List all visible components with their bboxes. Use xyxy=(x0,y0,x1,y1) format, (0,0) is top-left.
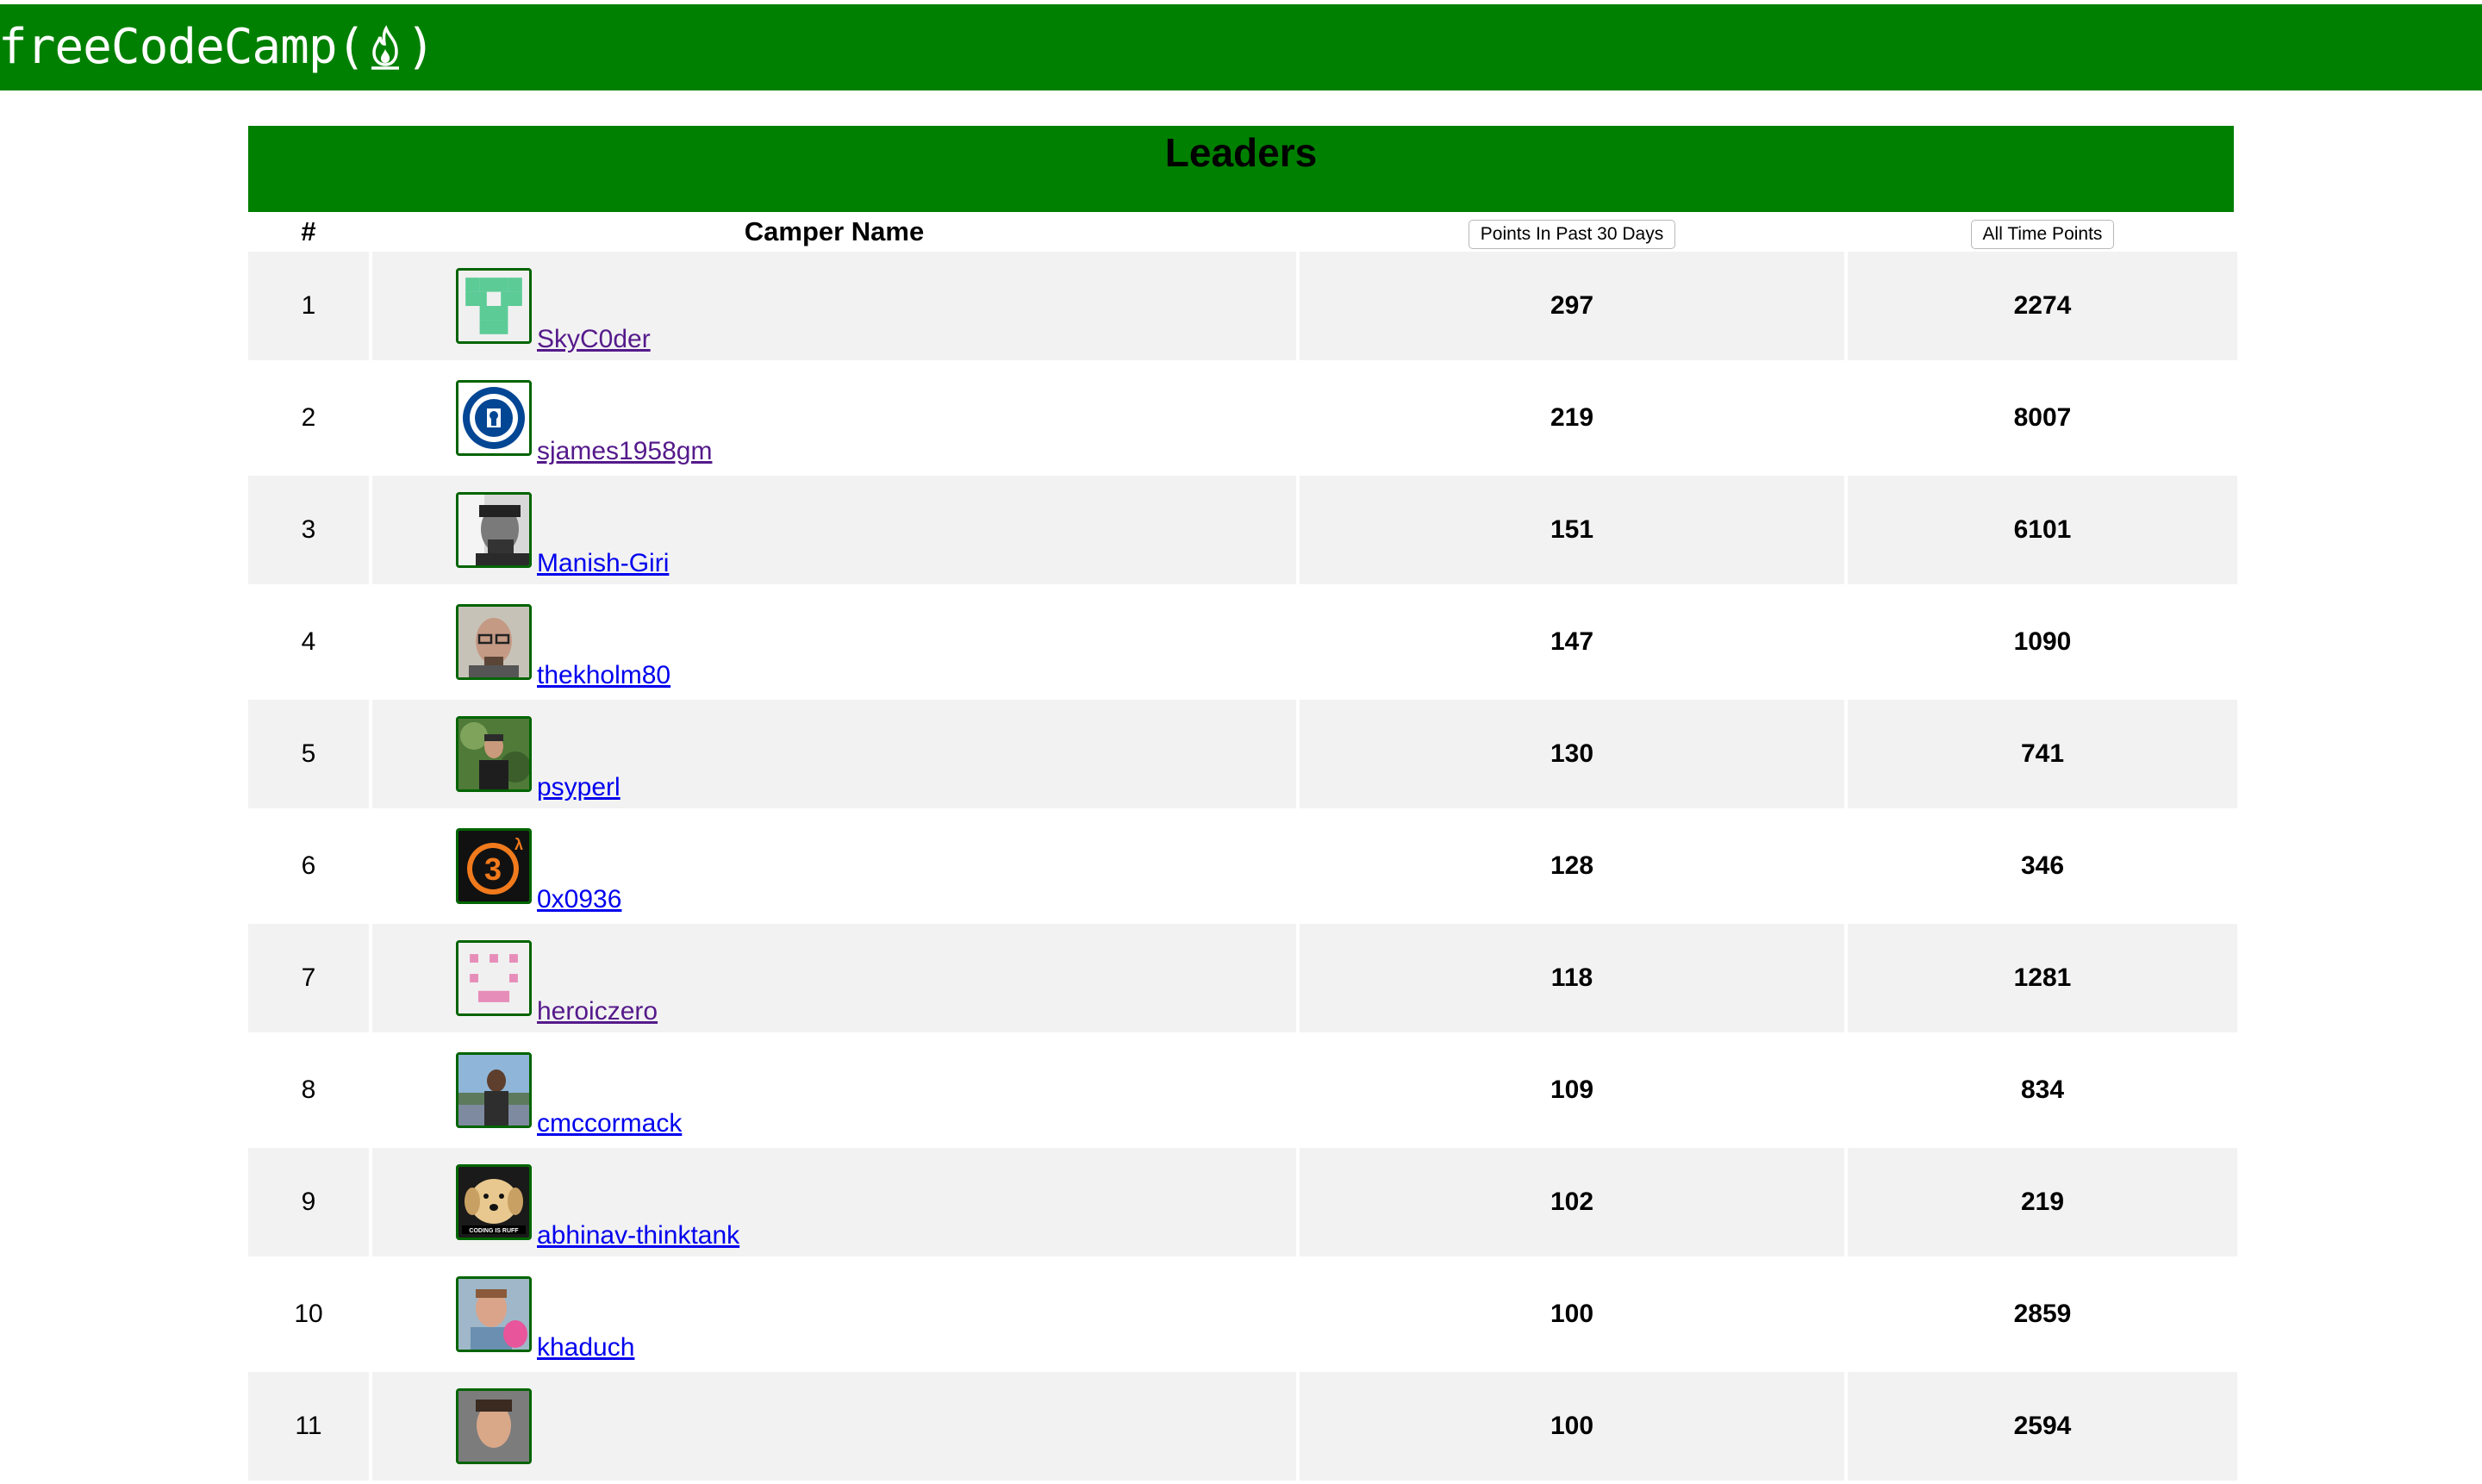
camper-link[interactable]: thekholm80 xyxy=(537,661,670,690)
table-row: 9 CODING IS RUFF abhinav-thinktank 102 2… xyxy=(248,1148,2237,1260)
camper-link[interactable]: Manish-Giri xyxy=(537,549,669,578)
table-row: 4 thekholm80 147 1090 xyxy=(248,588,2237,700)
camper-cell: psyperl xyxy=(372,700,1296,812)
leaderboard-title: Leaders xyxy=(248,126,2234,212)
brand-close-text: ) xyxy=(406,19,435,75)
camper-link[interactable]: sjames1958gm xyxy=(537,437,712,466)
recent-points-cell: 118 xyxy=(1300,924,1844,1036)
rank-cell: 4 xyxy=(248,588,369,700)
pixel-identicon-green-avatar xyxy=(456,268,532,344)
table-row: 6 3λ 0x0936 128 346 xyxy=(248,812,2237,924)
sort-alltime-points-button[interactable]: All Time Points xyxy=(1970,219,2115,249)
sort-recent-points-button[interactable]: Points In Past 30 Days xyxy=(1468,219,1676,249)
freecodecamp-logo[interactable]: freeCodeCamp( ) xyxy=(0,19,435,75)
camper-cell: sjames1958gm xyxy=(372,364,1296,476)
rank-cell: 1 xyxy=(248,252,369,364)
recent-points-cell: 100 xyxy=(1300,1260,1844,1372)
leaderboard-table: # Camper Name Points In Past 30 Days All… xyxy=(245,212,2241,1484)
half-life-3-logo-avatar: 3λ xyxy=(456,828,532,904)
photo-outdoor-avatar xyxy=(456,716,532,792)
rank-cell: 8 xyxy=(248,1036,369,1148)
recent-points-cell: 147 xyxy=(1300,588,1844,700)
camper-link[interactable]: cmccormack xyxy=(537,1109,682,1138)
photo-landscape-avatar xyxy=(456,1052,532,1128)
camper-link[interactable]: heroiczero xyxy=(537,997,658,1026)
alltime-points-cell: 2859 xyxy=(1848,1260,2237,1372)
table-row: 5 psyperl 130 741 xyxy=(248,700,2237,812)
photo-portrait-pink-avatar xyxy=(456,1276,532,1352)
brand-text: freeCodeCamp( xyxy=(0,19,365,75)
rank-cell: 7 xyxy=(248,924,369,1036)
recent-points-cell: 130 xyxy=(1300,700,1844,812)
rank-cell: 9 xyxy=(248,1148,369,1260)
recent-points-cell: 109 xyxy=(1300,1036,1844,1148)
recent-points-cell: 128 xyxy=(1300,812,1844,924)
recent-points-cell: 102 xyxy=(1300,1148,1844,1260)
camper-cell xyxy=(372,1372,1296,1484)
photo-dog-avatar: CODING IS RUFF xyxy=(456,1164,532,1240)
camper-link[interactable]: SkyC0der xyxy=(537,325,651,354)
camper-cell: SkyC0der xyxy=(372,252,1296,364)
camper-cell: 3λ 0x0936 xyxy=(372,812,1296,924)
alltime-points-cell: 2274 xyxy=(1848,252,2237,364)
rank-cell: 11 xyxy=(248,1372,369,1484)
recent-points-cell: 219 xyxy=(1300,364,1844,476)
alltime-points-cell: 1090 xyxy=(1848,588,2237,700)
camper-link[interactable]: khaduch xyxy=(537,1333,634,1362)
table-row: 8 cmccormack 109 834 xyxy=(248,1036,2237,1148)
alltime-points-cell: 6101 xyxy=(1848,476,2237,588)
table-row: 2 sjames1958gm 219 8007 xyxy=(248,364,2237,476)
camper-cell: CODING IS RUFF abhinav-thinktank xyxy=(372,1148,1296,1260)
alltime-points-cell: 741 xyxy=(1848,700,2237,812)
camper-cell: cmccormack xyxy=(372,1036,1296,1148)
alltime-points-cell: 219 xyxy=(1848,1148,2237,1260)
photo-portrait-avatar xyxy=(456,1388,532,1464)
camper-cell: Manish-Giri xyxy=(372,476,1296,588)
rank-header: # xyxy=(301,216,316,246)
table-row: 7 heroiczero 118 1281 xyxy=(248,924,2237,1036)
camper-link[interactable]: abhinav-thinktank xyxy=(537,1221,739,1250)
camper-name-header: Camper Name xyxy=(744,216,925,246)
alltime-points-header: All Time Points xyxy=(1848,212,2237,252)
rank-cell: 5 xyxy=(248,700,369,812)
recent-points-cell: 151 xyxy=(1300,476,1844,588)
camper-cell: heroiczero xyxy=(372,924,1296,1036)
alltime-points-cell: 1281 xyxy=(1848,924,2237,1036)
recent-points-cell: 297 xyxy=(1300,252,1844,364)
recent-points-cell: 100 xyxy=(1300,1372,1844,1484)
camper-link[interactable]: 0x0936 xyxy=(537,885,621,914)
table-row: 11 100 2594 xyxy=(248,1372,2237,1484)
recent-points-header: Points In Past 30 Days xyxy=(1300,212,1844,252)
svg-text:λ: λ xyxy=(514,836,523,853)
svg-text:CODING IS RUFF: CODING IS RUFF xyxy=(469,1228,519,1234)
alltime-points-cell: 8007 xyxy=(1848,364,2237,476)
chelsea-crest-avatar xyxy=(456,380,532,456)
table-row: 3 Manish-Giri 151 6101 xyxy=(248,476,2237,588)
leaderboard: Leaders # Camper Name Points In Past 30 … xyxy=(248,126,2237,1484)
photo-bw-portrait-avatar xyxy=(456,492,532,568)
table-header-row: # Camper Name Points In Past 30 Days All… xyxy=(248,212,2237,252)
alltime-points-cell: 2594 xyxy=(1848,1372,2237,1484)
flame-icon xyxy=(371,25,400,70)
rank-cell: 6 xyxy=(248,812,369,924)
photo-portrait-glasses-avatar xyxy=(456,604,532,680)
rank-cell: 2 xyxy=(248,364,369,476)
table-row: 1 SkyC0der 297 2274 xyxy=(248,252,2237,364)
rank-cell: 10 xyxy=(248,1260,369,1372)
rank-cell: 3 xyxy=(248,476,369,588)
table-row: 10 khaduch 100 2859 xyxy=(248,1260,2237,1372)
svg-text:3: 3 xyxy=(484,851,502,887)
alltime-points-cell: 834 xyxy=(1848,1036,2237,1148)
camper-cell: khaduch xyxy=(372,1260,1296,1372)
alltime-points-cell: 346 xyxy=(1848,812,2237,924)
pixel-identicon-pink-avatar xyxy=(456,940,532,1016)
camper-cell: thekholm80 xyxy=(372,588,1296,700)
camper-link[interactable]: psyperl xyxy=(537,773,620,802)
top-navbar: freeCodeCamp( ) xyxy=(0,4,2482,90)
